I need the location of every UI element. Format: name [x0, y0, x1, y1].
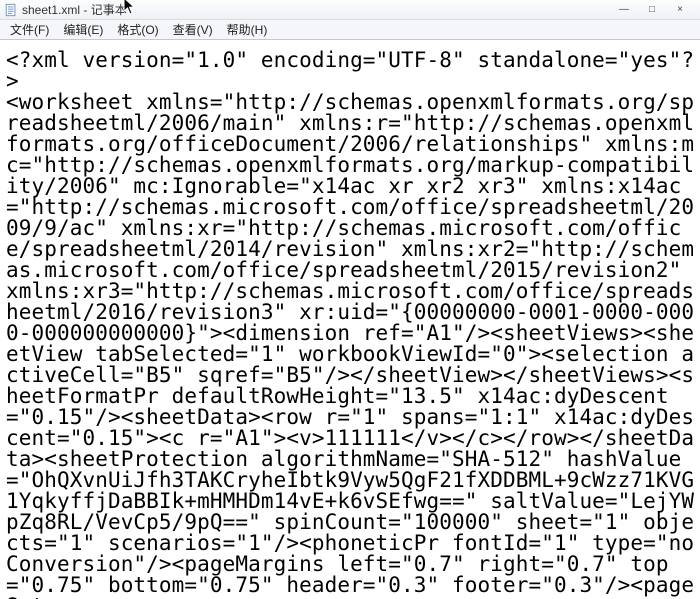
document-text[interactable]: <?xml version="1.0" encoding="UTF-8" sta…	[6, 50, 696, 599]
menu-help[interactable]: 帮助(H)	[221, 19, 274, 40]
maximize-icon: □	[649, 4, 655, 15]
menu-view[interactable]: 查看(V)	[167, 19, 219, 40]
maximize-button[interactable]: □	[638, 2, 666, 18]
menu-file[interactable]: 文件(F)	[4, 19, 55, 40]
menu-format-label: 格式(O)	[117, 23, 158, 37]
minimize-icon: —	[619, 4, 629, 15]
menu-view-label: 查看(V)	[173, 23, 213, 37]
menu-file-label: 文件(F)	[10, 23, 49, 37]
window-title: sheet1.xml - 记事本	[22, 1, 127, 18]
window-buttons: — □ ×	[610, 2, 694, 18]
titlebar[interactable]: sheet1.xml - 记事本 — □ ×	[0, 0, 700, 20]
menu-edit-label: 编辑(E)	[63, 23, 103, 37]
editor-area[interactable]: <?xml version="1.0" encoding="UTF-8" sta…	[0, 40, 700, 599]
menu-edit[interactable]: 编辑(E)	[57, 19, 109, 40]
close-button[interactable]: ×	[666, 2, 694, 18]
menu-format[interactable]: 格式(O)	[111, 19, 164, 40]
close-icon: ×	[677, 4, 683, 15]
minimize-button[interactable]: —	[610, 2, 638, 18]
menu-help-label: 帮助(H)	[227, 23, 268, 37]
text-file-icon	[4, 3, 18, 17]
menubar: 文件(F) 编辑(E) 格式(O) 查看(V) 帮助(H)	[0, 20, 700, 40]
